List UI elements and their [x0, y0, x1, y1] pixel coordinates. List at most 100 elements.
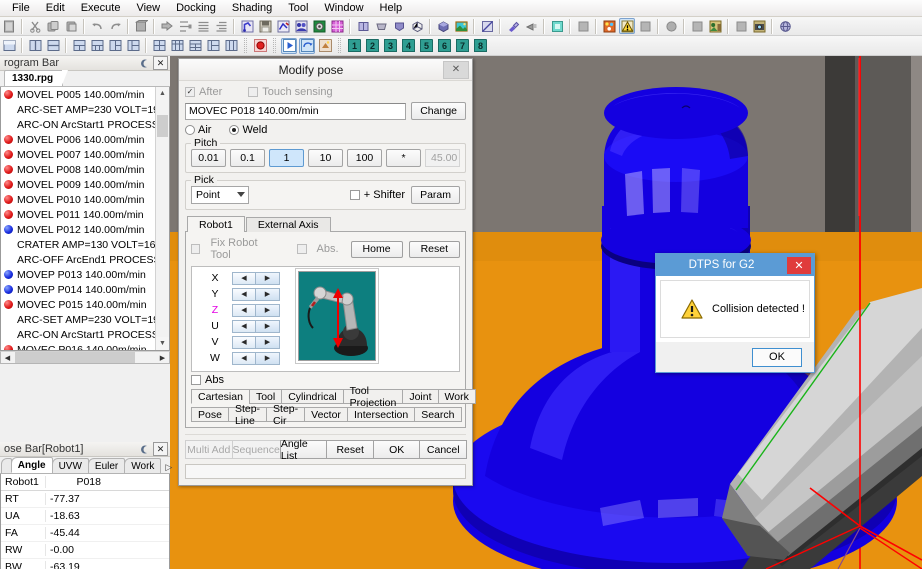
number-button-7[interactable]: 7	[454, 38, 470, 54]
tab-external-axis[interactable]: External Axis	[246, 217, 331, 232]
program-list[interactable]: MOVEL P005 140.00m/min ARC-SET AMP=230 V…	[0, 87, 170, 351]
pitch-button-001[interactable]: 0.01	[191, 149, 226, 167]
layout-i-icon[interactable]	[223, 38, 239, 54]
group-icon[interactable]	[293, 18, 309, 34]
layout-b-icon[interactable]	[89, 38, 105, 54]
touch-sensing-checkbox[interactable]	[248, 87, 258, 97]
view-iso-icon[interactable]	[409, 18, 425, 34]
cut-icon[interactable]	[27, 18, 43, 34]
pitch-value-field[interactable]: 45.00	[425, 149, 460, 167]
restore-icon[interactable]	[138, 57, 151, 69]
list-item[interactable]: ARC-OFF ArcEnd1 PROCESS=1	[1, 252, 169, 267]
number-button-3[interactable]: 3	[382, 38, 398, 54]
pitch-button-01[interactable]: 0.1	[230, 149, 265, 167]
collision-warning-icon[interactable]	[619, 18, 635, 34]
record-icon[interactable]	[252, 38, 268, 54]
abs-checkbox[interactable]	[191, 375, 201, 385]
multi-add-button[interactable]: Multi Add	[185, 440, 233, 459]
list-item[interactable]: ARC-ON ArcStart1 PROCESS=1	[1, 117, 169, 132]
block-icon[interactable]	[133, 18, 149, 34]
angle-list-button[interactable]: Angle List	[280, 440, 328, 459]
tab-uvw[interactable]: UVW	[52, 458, 89, 473]
scene-icon[interactable]	[707, 18, 723, 34]
menu-item-tool[interactable]: Tool	[280, 0, 316, 16]
tab-step-line[interactable]: Step-Line	[228, 407, 267, 422]
reset-button[interactable]: Reset	[326, 440, 374, 459]
tab-robot1[interactable]: Robot1	[187, 216, 245, 232]
chevron-right-icon[interactable]: ▷	[160, 462, 177, 473]
list-item[interactable]: MOVEL P005 140.00m/min	[1, 87, 169, 102]
arrow-left-icon[interactable]: ◀	[232, 336, 256, 349]
tab-search[interactable]: Search	[414, 407, 461, 422]
list-item[interactable]: MOVEL P012 140.00m/min	[1, 222, 169, 237]
solid-box-icon[interactable]	[435, 18, 451, 34]
layout-g-icon[interactable]	[187, 38, 203, 54]
tab-angle[interactable]: Angle	[11, 457, 53, 473]
cancel-button[interactable]: Cancel	[419, 440, 467, 459]
arrow-right-icon[interactable]: ▶	[256, 336, 280, 349]
collision-message-box[interactable]: DTPS for G2 ✕ Collision detected ! OK	[655, 253, 815, 373]
pick-select[interactable]: Point	[191, 186, 249, 204]
paste-icon[interactable]	[63, 18, 79, 34]
table-row[interactable]: RW -0.00	[1, 542, 169, 559]
close-icon[interactable]: ✕	[787, 257, 811, 274]
number-button-2[interactable]: 2	[364, 38, 380, 54]
number-button-6[interactable]: 6	[436, 38, 452, 54]
arrow-right-icon[interactable]: ▶	[256, 304, 280, 317]
list-item[interactable]: MOVEL P010 140.00m/min	[1, 192, 169, 207]
ok-button[interactable]: OK	[373, 440, 421, 459]
picture-icon[interactable]	[453, 18, 469, 34]
home-button[interactable]: Home	[351, 241, 403, 258]
align-icon[interactable]	[177, 18, 193, 34]
step-icon[interactable]	[299, 38, 315, 54]
pitch-button-1[interactable]: 1	[269, 149, 304, 167]
indent-icon[interactable]	[213, 18, 229, 34]
view-side-icon[interactable]	[391, 18, 407, 34]
change-button[interactable]: Change	[411, 102, 466, 120]
scroll-left-icon[interactable]: ◀	[1, 352, 14, 363]
menu-item-docking[interactable]: Docking	[168, 0, 224, 16]
list-item[interactable]: MOVEC P016 140.00m/min	[1, 342, 169, 351]
arrow-left-icon[interactable]: ◀	[232, 352, 256, 365]
tab-vector[interactable]: Vector	[304, 407, 348, 422]
menu-item-file[interactable]: File	[4, 0, 38, 16]
list-item[interactable]: ARC-SET AMP=230 VOLT=19.8 S=0.5	[1, 102, 169, 117]
circle-icon[interactable]	[663, 18, 679, 34]
plain-box3-icon[interactable]	[689, 18, 705, 34]
menu-item-shading[interactable]: Shading	[224, 0, 280, 16]
layout-f-icon[interactable]	[169, 38, 185, 54]
layout-a-icon[interactable]	[71, 38, 87, 54]
arrow-right-icon[interactable]: ▶	[256, 320, 280, 333]
pitch-button-10[interactable]: 10	[308, 149, 343, 167]
paint-icon[interactable]	[505, 18, 521, 34]
scroll-down-icon[interactable]: ▼	[156, 337, 169, 350]
tab-intersection[interactable]: Intersection	[347, 407, 415, 422]
number-button-4[interactable]: 4	[400, 38, 416, 54]
scroll-right-icon[interactable]: ▶	[156, 352, 169, 363]
arrow-right-icon[interactable]: ▶	[256, 288, 280, 301]
vscroll-thumb[interactable]	[157, 115, 168, 137]
tab-work[interactable]: Work	[438, 389, 476, 404]
view-top-icon[interactable]	[373, 18, 389, 34]
undo-icon[interactable]	[89, 18, 105, 34]
number-button-8[interactable]: 8	[472, 38, 488, 54]
list-item[interactable]: MOVEL P006 140.00m/min	[1, 132, 169, 147]
render-icon[interactable]	[479, 18, 495, 34]
new-document-icon[interactable]	[1, 18, 17, 34]
list-item[interactable]: MOVEL P009 140.00m/min	[1, 177, 169, 192]
shifter-checkbox[interactable]	[350, 190, 360, 200]
after-checkbox[interactable]	[185, 87, 195, 97]
arrow-right-icon[interactable]: ▶	[256, 352, 280, 365]
program-list-hscrollbar[interactable]: ◀ ▶	[0, 351, 170, 364]
restore-icon[interactable]	[138, 443, 151, 455]
layout-d-icon[interactable]	[125, 38, 141, 54]
tab-work[interactable]: Work	[124, 458, 161, 473]
pose-grid[interactable]: Robot1 P018 RT -77.37 UA -18.63 FA -45.4…	[0, 474, 170, 569]
scroll-up-icon[interactable]: ▲	[156, 87, 169, 100]
arrow-left-icon[interactable]: ◀	[232, 288, 256, 301]
table-row[interactable]: RT -77.37	[1, 491, 169, 508]
list-item[interactable]: ARC-ON ArcStart1 PROCESS=1	[1, 327, 169, 342]
program-list-vscrollbar[interactable]: ▲ ▼	[155, 87, 169, 350]
menu-item-edit[interactable]: Edit	[38, 0, 73, 16]
sequence-button[interactable]: Sequence	[232, 440, 281, 459]
